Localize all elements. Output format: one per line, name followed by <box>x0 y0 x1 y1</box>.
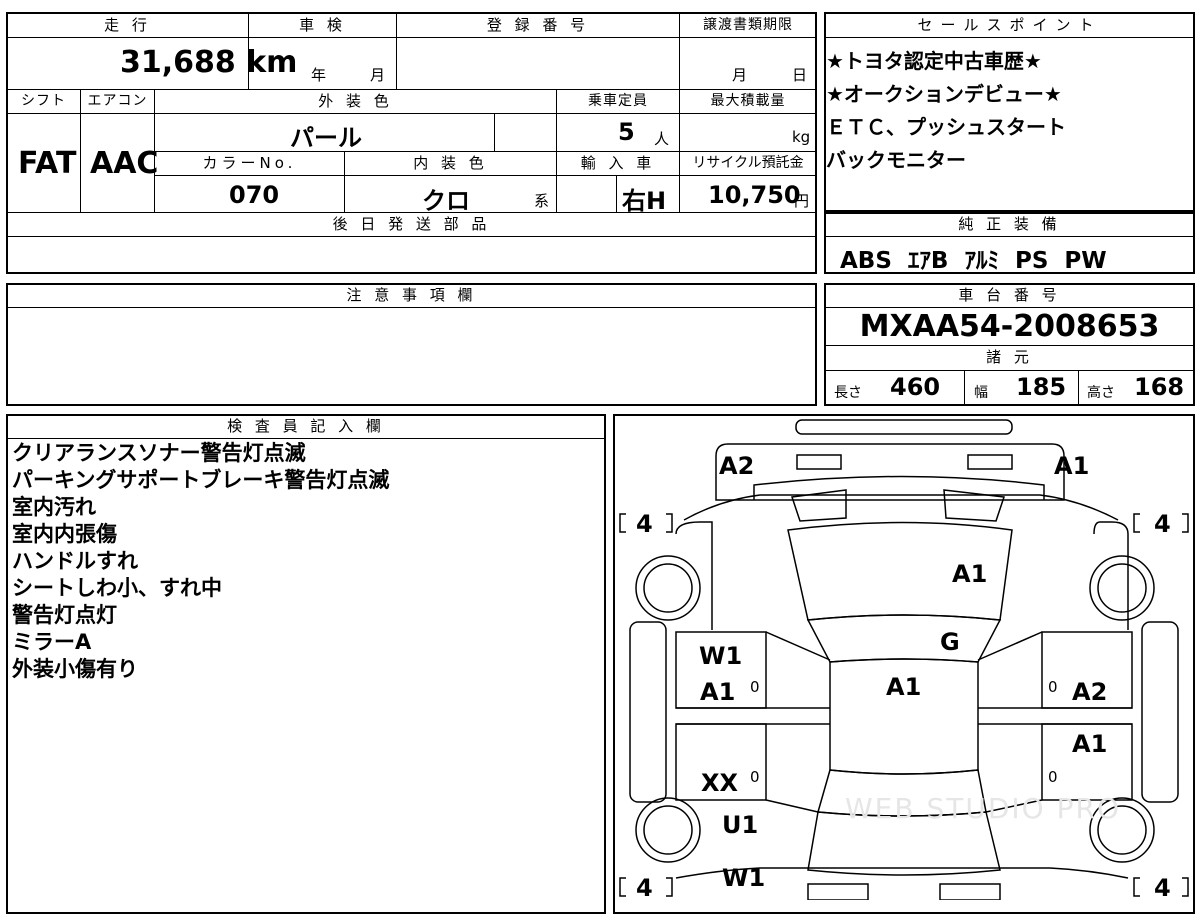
mark-front-left: A2 <box>719 452 755 480</box>
mark-right-rear-door: A1 <box>1072 730 1108 758</box>
zero-mark: 0 <box>1048 768 1058 786</box>
mark-left-front-door-2: A1 <box>700 678 736 706</box>
mark-left-rear-door: XX <box>701 769 739 797</box>
mark-left-rear-quarter: U1 <box>722 811 759 839</box>
tire-tread-top-right: 4 <box>1154 510 1171 538</box>
watermark: WEB STUDIO PRO <box>845 792 1121 825</box>
tire-tread-bottom-right: 4 <box>1154 874 1171 902</box>
mark-left-front-door-1: W1 <box>699 642 743 670</box>
zero-mark: 0 <box>750 768 760 786</box>
tire-tread-top-left: 4 <box>636 510 653 538</box>
zero-mark: 0 <box>750 678 760 696</box>
mark-hood: A1 <box>952 560 988 588</box>
tire-tread-bottom-left: 4 <box>636 874 653 902</box>
mark-rear-left: W1 <box>722 864 766 892</box>
car-diagram <box>619 419 1189 900</box>
mark-front-right: A1 <box>1054 452 1090 480</box>
zero-mark: 0 <box>1048 678 1058 696</box>
mark-roof: A1 <box>886 673 922 701</box>
mark-windshield: G <box>940 628 960 656</box>
mark-right-front-door: A2 <box>1072 678 1108 706</box>
